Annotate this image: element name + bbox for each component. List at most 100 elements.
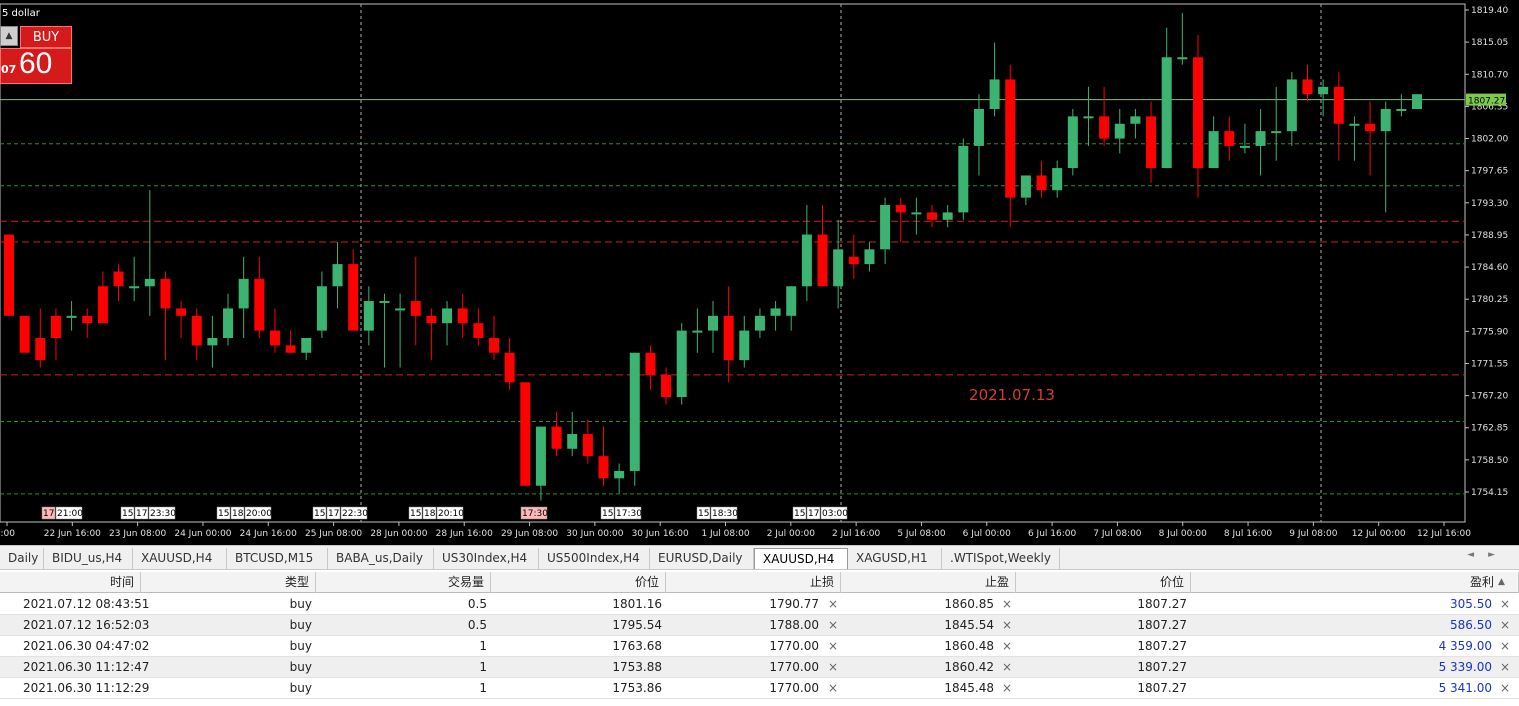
tab-item[interactable]: XAGUSD,H1 — [848, 548, 942, 569]
bear-candle[interactable] — [254, 278, 265, 331]
tab-item[interactable]: US500Index,H4 — [539, 548, 650, 569]
remove-level-icon[interactable]: × — [828, 678, 838, 699]
bear-candle[interactable] — [645, 352, 656, 375]
bull-candle[interactable] — [708, 315, 718, 331]
bull-candle[interactable] — [1255, 131, 1266, 146]
bear-candle[interactable] — [504, 352, 515, 383]
bear-candle[interactable] — [1099, 116, 1110, 139]
bear-candle[interactable] — [1192, 57, 1203, 169]
bull-candle[interactable] — [692, 330, 703, 333]
bear-candle[interactable] — [269, 330, 280, 346]
bear-candle[interactable] — [285, 345, 296, 353]
bear-candle[interactable] — [1005, 79, 1016, 198]
bear-candle[interactable] — [410, 301, 421, 316]
bear-candle[interactable] — [488, 337, 499, 353]
bull-candle[interactable] — [1396, 108, 1407, 111]
bull-candle[interactable] — [1083, 116, 1094, 119]
bull-candle[interactable] — [238, 278, 249, 309]
bull-candle[interactable] — [567, 434, 578, 449]
bear-candle[interactable] — [1146, 116, 1157, 169]
bear-candle[interactable] — [848, 256, 859, 265]
bull-candle[interactable] — [1208, 131, 1219, 169]
bull-candle[interactable] — [833, 249, 844, 287]
bear-candle[interactable] — [457, 308, 468, 324]
bear-candle[interactable] — [191, 315, 202, 346]
bull-candle[interactable] — [864, 249, 875, 265]
bear-candle[interactable] — [895, 205, 906, 213]
bull-candle[interactable] — [1349, 123, 1360, 126]
bear-candle[interactable] — [82, 315, 93, 324]
bull-candle[interactable] — [442, 308, 453, 324]
close-order-icon[interactable]: × — [1500, 615, 1510, 636]
bull-candle[interactable] — [911, 212, 922, 215]
bull-candle[interactable] — [942, 212, 953, 220]
bull-candle[interactable] — [1020, 175, 1031, 198]
remove-level-icon[interactable]: × — [828, 615, 838, 636]
close-order-icon[interactable]: × — [1500, 678, 1510, 699]
bear-candle[interactable] — [723, 315, 734, 361]
bear-candle[interactable] — [348, 264, 359, 331]
collapse-arrow-icon[interactable]: ▲ — [0, 26, 18, 46]
candlestick-chart[interactable]: 1819.401815.051810.701806.351802.001797.… — [0, 0, 1519, 545]
tab-item[interactable]: BTCUSD,M15 — [227, 548, 328, 569]
bull-candle[interactable] — [301, 337, 312, 353]
bull-candle[interactable] — [676, 330, 687, 398]
remove-level-icon[interactable]: × — [1002, 678, 1012, 699]
bear-candle[interactable] — [1224, 131, 1235, 146]
bull-candle[interactable] — [1286, 79, 1297, 132]
bull-candle[interactable] — [1318, 86, 1329, 95]
order-row[interactable]: 2021.07.12 08:43:51 buy 0.5 1801.16 1790.77 ×… — [0, 594, 1519, 615]
bull-candle[interactable] — [1067, 116, 1078, 169]
price-chart[interactable]: 1819.40 1815.05 1810.70 1806.35 1802.00 1797.… — [0, 0, 1519, 545]
bear-candle[interactable] — [551, 426, 562, 449]
bear-candle[interactable] — [1333, 86, 1344, 124]
order-row[interactable]: 2021.06.30 04:47:02 buy 1 1763.68 1770.00 × 18… — [0, 636, 1519, 657]
tab-item[interactable]: EURUSD,Daily — [650, 548, 754, 569]
bull-candle[interactable] — [1114, 123, 1125, 139]
tab-scroll-arrows-icon[interactable]: ◄► — [1467, 550, 1509, 560]
bear-candle[interactable] — [35, 337, 46, 361]
col-volume-header[interactable]: 交易量 — [316, 572, 491, 593]
bull-candle[interactable] — [629, 352, 640, 471]
bear-candle[interactable] — [598, 456, 609, 479]
bull-candle[interactable] — [786, 286, 797, 316]
bull-candle[interactable] — [1271, 131, 1282, 134]
col-current-price-header[interactable]: 价位 — [1016, 572, 1191, 593]
bull-candle[interactable] — [1412, 94, 1422, 109]
order-row[interactable]: 2021.06.30 11:12:29 buy 1 1753.86 1770.00 × 18… — [0, 678, 1519, 699]
col-sl-header[interactable]: 止损 — [666, 572, 841, 593]
bull-candle[interactable] — [989, 79, 1000, 109]
bull-candle[interactable] — [332, 264, 343, 287]
bull-candle[interactable] — [223, 308, 234, 338]
bull-candle[interactable] — [958, 145, 969, 213]
bull-candle[interactable] — [770, 308, 781, 316]
col-price-header[interactable]: 价位 — [491, 572, 666, 593]
bear-candle[interactable] — [426, 315, 437, 324]
tab-item[interactable]: .WTISpot,Weekly — [942, 548, 1060, 569]
close-order-icon[interactable]: × — [1500, 657, 1510, 678]
bull-candle[interactable] — [129, 286, 140, 289]
bull-candle[interactable] — [1380, 108, 1391, 132]
bear-candle[interactable] — [1365, 123, 1376, 132]
bear-candle[interactable] — [4, 234, 14, 316]
col-tp-header[interactable]: 止盈 — [841, 572, 1016, 593]
bear-candle[interactable] — [19, 315, 30, 353]
bear-candle[interactable] — [520, 382, 531, 486]
bull-candle[interactable] — [1130, 116, 1141, 124]
bear-candle[interactable] — [160, 278, 171, 309]
tab-item[interactable]: BABA_us,Daily — [328, 548, 434, 569]
order-row[interactable]: 2021.06.30 11:12:47 buy 1 1753.88 1770.00 × 18… — [0, 657, 1519, 678]
bull-candle[interactable] — [535, 426, 546, 486]
close-order-icon[interactable]: × — [1500, 594, 1510, 615]
bear-candle[interactable] — [97, 286, 108, 324]
bear-candle[interactable] — [661, 374, 672, 398]
bear-candle[interactable] — [176, 308, 187, 316]
bear-candle[interactable] — [1036, 175, 1047, 191]
bull-candle[interactable] — [66, 315, 77, 318]
bear-candle[interactable] — [1302, 79, 1313, 95]
remove-level-icon[interactable]: × — [828, 657, 838, 678]
bear-candle[interactable] — [50, 315, 61, 338]
bear-candle[interactable] — [113, 271, 124, 287]
bull-candle[interactable] — [614, 470, 625, 479]
tab-item[interactable]: BIDU_us,H4 — [44, 548, 133, 569]
